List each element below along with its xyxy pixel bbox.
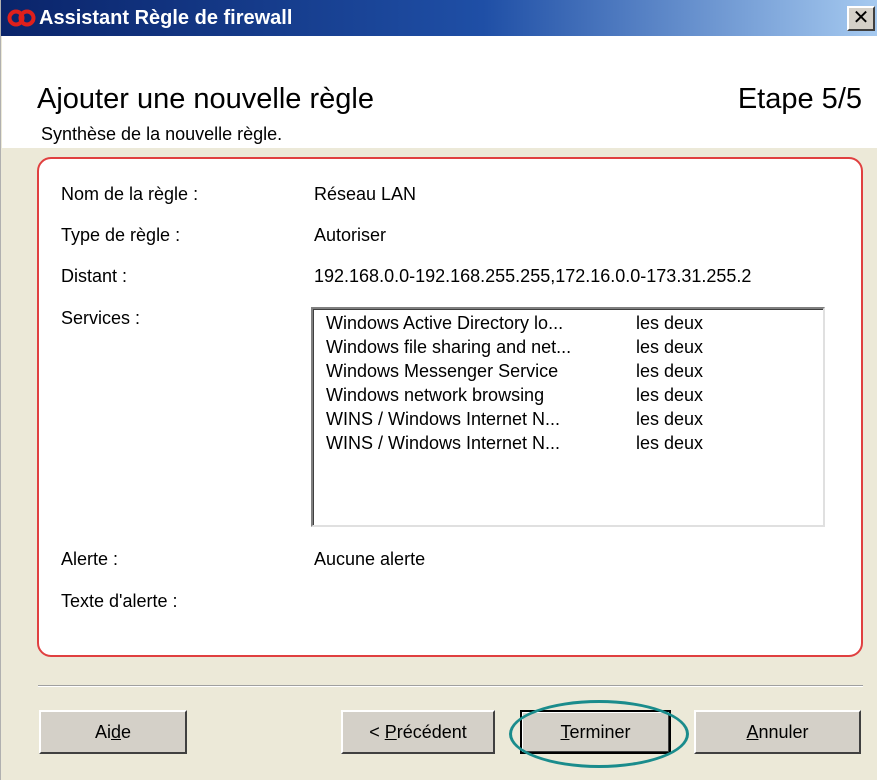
service-name: Windows Messenger Service xyxy=(326,361,559,381)
close-button[interactable]: ✕ xyxy=(847,6,875,31)
list-item[interactable]: Windows network browsing les deux xyxy=(326,383,816,407)
service-name: WINS / Windows Internet N... xyxy=(326,409,561,429)
alert-label: Alerte : xyxy=(61,549,119,569)
page-title: Ajouter une nouvelle règle xyxy=(37,83,374,115)
list-item[interactable]: Windows Messenger Service les deux xyxy=(326,359,816,383)
services-label: Services : xyxy=(61,308,141,328)
service-direction: les deux xyxy=(636,337,704,357)
step-indicator: Etape 5/5 xyxy=(737,83,862,115)
finish-button[interactable]: Terminer xyxy=(520,710,671,754)
rule-type-value: Autoriser xyxy=(314,225,387,245)
service-name: Windows file sharing and net... xyxy=(326,337,572,357)
page-subtitle: Synthèse de la nouvelle règle. xyxy=(41,124,283,144)
service-name: Windows network browsing xyxy=(326,385,545,405)
list-item[interactable]: Windows Active Directory lo... les deux xyxy=(326,311,816,335)
close-icon: ✕ xyxy=(852,7,870,29)
previous-button[interactable]: < Précédent xyxy=(341,710,495,754)
list-item[interactable]: WINS / Windows Internet N... les deux xyxy=(326,407,816,431)
help-button[interactable]: Aide xyxy=(39,710,187,754)
window-title: Assistant Règle de firewall xyxy=(39,7,293,29)
service-name: Windows Active Directory lo... xyxy=(326,313,564,333)
rule-type-label: Type de règle : xyxy=(61,225,181,245)
remote-label: Distant : xyxy=(61,266,128,286)
alert-value: Aucune alerte xyxy=(314,549,426,569)
services-listbox[interactable]: Windows Active Directory lo... les deux … xyxy=(311,307,825,527)
remote-value: 192.168.0.0-192.168.255.255,172.16.0.0-1… xyxy=(314,266,752,286)
button-separator xyxy=(38,685,863,687)
app-logo-icon xyxy=(7,9,36,27)
firewall-wizard-window: Assistant Règle de firewall ✕ Ajouter un… xyxy=(0,0,877,780)
rule-name-label: Nom de la règle : xyxy=(61,184,199,204)
alert-text-label: Texte d'alerte : xyxy=(61,591,178,611)
service-direction: les deux xyxy=(636,313,704,333)
service-direction: les deux xyxy=(636,361,704,381)
list-item[interactable]: Windows file sharing and net... les deux xyxy=(326,335,816,359)
service-direction: les deux xyxy=(636,433,704,453)
list-item[interactable]: WINS / Windows Internet N... les deux xyxy=(326,431,816,455)
service-direction: les deux xyxy=(636,385,704,405)
service-direction: les deux xyxy=(636,409,704,429)
rule-name-value: Réseau LAN xyxy=(314,184,417,204)
cancel-button[interactable]: Annuler xyxy=(694,710,861,754)
title-bar[interactable]: Assistant Règle de firewall ✕ xyxy=(1,0,877,36)
service-name: WINS / Windows Internet N... xyxy=(326,433,561,453)
